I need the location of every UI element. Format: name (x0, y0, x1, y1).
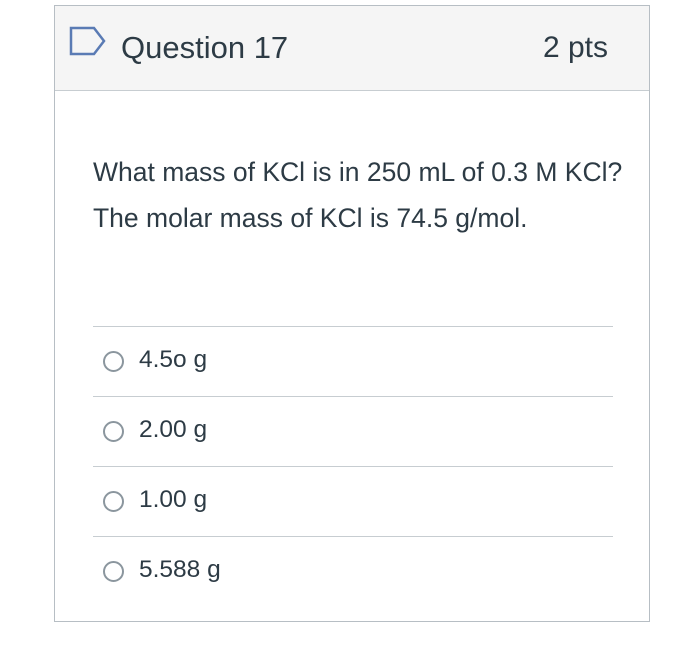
answer-label[interactable]: 2.00 g (139, 413, 207, 447)
answer-option[interactable]: 2.00 g (93, 396, 613, 466)
radio-button[interactable] (103, 491, 124, 512)
answer-option[interactable]: 4.5o g (93, 326, 613, 396)
answer-label[interactable]: 1.00 g (139, 483, 207, 517)
radio-button[interactable] (103, 561, 124, 582)
question-title: Question 17 (121, 30, 289, 65)
answer-list: 4.5o g 2.00 g 1.00 g 5.588 g (93, 326, 613, 606)
answer-label[interactable]: 4.5o g (139, 343, 207, 377)
answer-option[interactable]: 5.588 g (93, 536, 613, 606)
radio-button[interactable] (103, 421, 124, 442)
answer-label[interactable]: 5.588 g (139, 553, 221, 587)
question-points: 2 pts (542, 31, 608, 64)
question-text: What mass of KCl is in 250 mL of 0.3 M K… (93, 157, 623, 233)
radio-button[interactable] (103, 351, 124, 372)
question-card: Question 17 2 pts What mass of KCl is in… (54, 5, 650, 622)
question-header: Question 17 2 pts (55, 6, 649, 91)
flag-outline-icon[interactable] (68, 24, 108, 60)
answer-option[interactable]: 1.00 g (93, 466, 613, 536)
